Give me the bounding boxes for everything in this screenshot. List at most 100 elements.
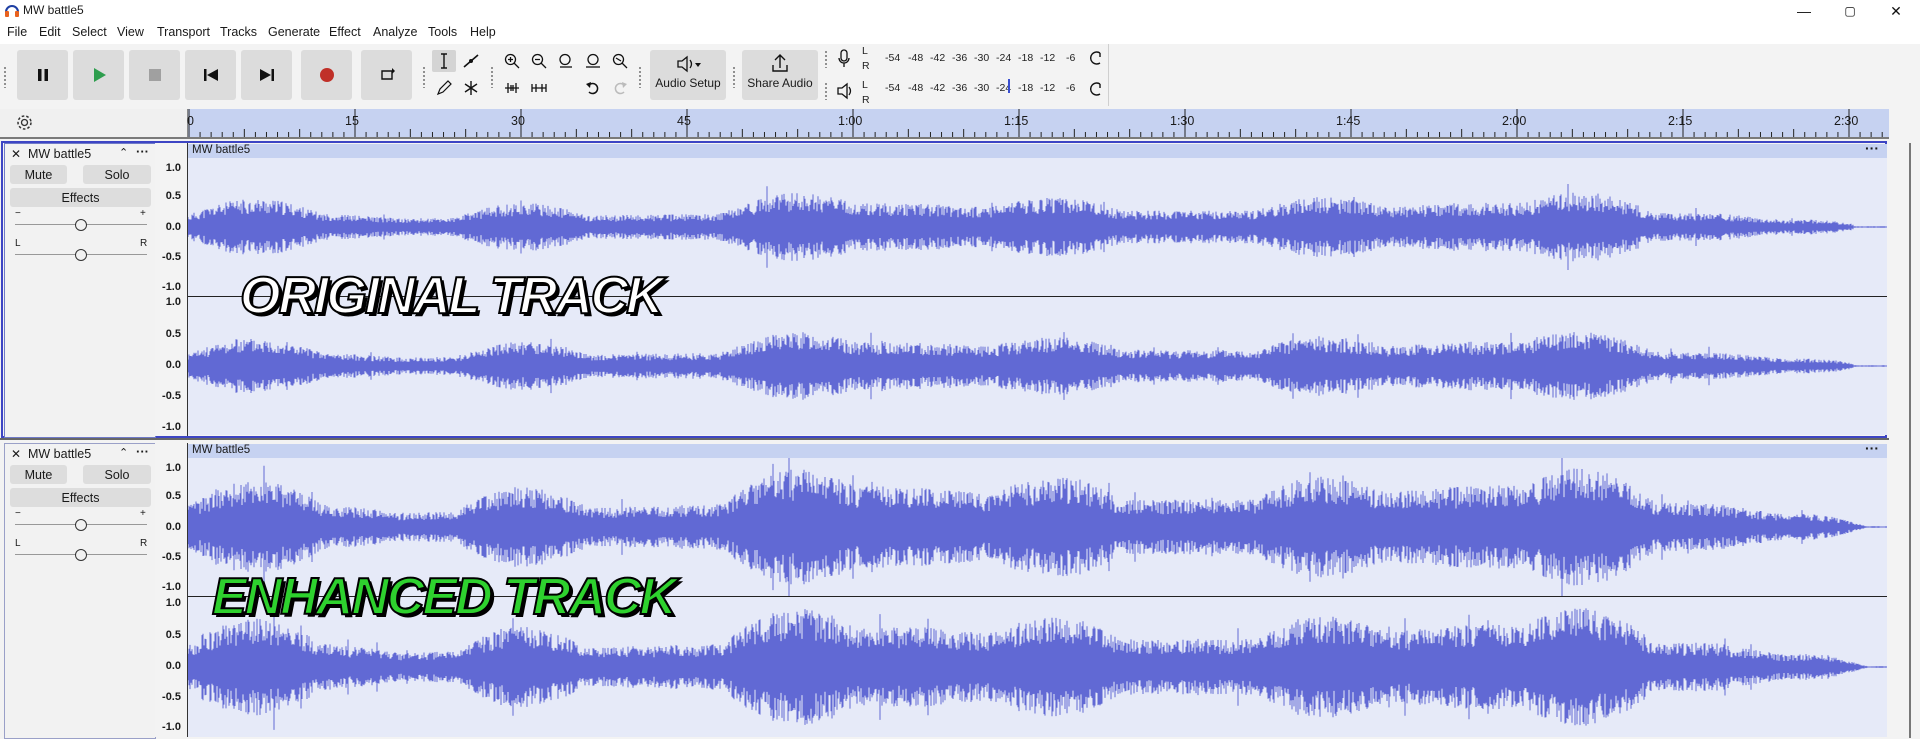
redo-icon bbox=[614, 82, 627, 95]
clip-header[interactable]: MW battle5 ··· bbox=[188, 440, 1887, 458]
draw-tool[interactable] bbox=[432, 77, 456, 99]
skip-to-start-button[interactable] bbox=[185, 50, 236, 100]
mute-button[interactable]: Mute bbox=[10, 165, 67, 184]
scale-label: -0.5 bbox=[162, 251, 181, 263]
redo-button[interactable] bbox=[608, 77, 632, 99]
clip-name: MW battle5 bbox=[192, 444, 251, 456]
amplitude-scale[interactable]: 1.0 0.5 0.0 -0.5 -1.0 1.0 0.5 0.0 -0.5 -… bbox=[155, 443, 188, 737]
pan-slider-thumb[interactable] bbox=[75, 549, 87, 561]
trim-button[interactable] bbox=[500, 77, 524, 99]
silence-button[interactable] bbox=[527, 77, 551, 99]
track-name[interactable]: MW battle5 bbox=[28, 147, 91, 161]
toolbar-grip-icon[interactable] bbox=[824, 50, 829, 68]
gain-minus-label: − bbox=[15, 208, 21, 219]
ruler-tick-label: 45 bbox=[677, 114, 691, 128]
toolbar-grip-icon[interactable] bbox=[3, 66, 8, 88]
menu-view[interactable]: View bbox=[117, 25, 144, 39]
envelope-tool[interactable] bbox=[459, 50, 483, 72]
zoom-out-button[interactable] bbox=[527, 50, 551, 72]
solo-button[interactable]: Solo bbox=[83, 165, 151, 184]
meter-reset-icon[interactable] bbox=[1090, 82, 1104, 96]
menu-analyze[interactable]: Analyze bbox=[373, 25, 417, 39]
gear-icon[interactable] bbox=[16, 114, 33, 131]
toolbar-grip-icon[interactable] bbox=[732, 66, 737, 88]
fit-project-button[interactable] bbox=[581, 50, 605, 72]
scale-label: -1.0 bbox=[162, 581, 181, 593]
collapse-chevron-icon[interactable]: ⌃ bbox=[119, 146, 128, 159]
gain-plus-label: + bbox=[140, 208, 146, 219]
solo-button[interactable]: Solo bbox=[83, 465, 151, 484]
playback-meter[interactable]: -54 -48 -42 -36 -30 -24 -18 -12 -6 bbox=[872, 79, 1106, 96]
meter-reset-icon[interactable] bbox=[1090, 51, 1104, 65]
menu-select[interactable]: Select bbox=[72, 25, 107, 39]
toolbar-grip-icon[interactable] bbox=[824, 82, 829, 100]
vertical-scrollbar-area[interactable] bbox=[1889, 109, 1920, 738]
audio-setup-button[interactable]: Audio Setup bbox=[650, 50, 726, 100]
effects-button[interactable]: Effects bbox=[10, 188, 151, 207]
minimize-button[interactable]: — bbox=[1781, 0, 1827, 22]
effects-button[interactable]: Effects bbox=[10, 488, 151, 507]
envelope-icon bbox=[463, 54, 479, 68]
undo-button[interactable] bbox=[581, 77, 605, 99]
zoom-toggle-button[interactable] bbox=[608, 50, 632, 72]
track-menu-icon[interactable]: ··· bbox=[136, 144, 149, 159]
amplitude-scale[interactable]: 1.0 0.5 0.0 -0.5 -1.0 1.0 0.5 0.0 -0.5 -… bbox=[155, 143, 188, 436]
speaker-icon[interactable] bbox=[836, 82, 854, 100]
menu-tools[interactable]: Tools bbox=[428, 25, 457, 39]
zoom-out-icon bbox=[531, 53, 547, 69]
menu-generate[interactable]: Generate bbox=[268, 25, 320, 39]
i-beam-icon bbox=[441, 53, 447, 69]
close-track-icon[interactable]: ✕ bbox=[11, 447, 21, 461]
pause-button[interactable] bbox=[17, 50, 68, 100]
scale-label: 1.0 bbox=[165, 162, 181, 174]
gain-slider-thumb[interactable] bbox=[75, 219, 87, 231]
meter-scale-label: -48 bbox=[908, 82, 924, 94]
scale-label: 1.0 bbox=[165, 462, 181, 474]
track-name[interactable]: MW battle5 bbox=[28, 447, 91, 461]
menu-help[interactable]: Help bbox=[470, 25, 496, 39]
toolbar-grip-icon[interactable] bbox=[490, 66, 495, 88]
skip-to-end-button[interactable] bbox=[241, 50, 292, 100]
maximize-button[interactable]: ▢ bbox=[1827, 0, 1873, 22]
track-control-panel[interactable]: ✕ MW battle5 ⌃ ··· Mute Solo Effects − +… bbox=[4, 143, 156, 438]
multi-tool[interactable] bbox=[459, 77, 483, 99]
original-track-label: ORIGINAL TRACK bbox=[239, 266, 665, 326]
pan-slider-thumb[interactable] bbox=[75, 249, 87, 261]
share-audio-button[interactable]: Share Audio bbox=[742, 50, 818, 100]
record-icon bbox=[319, 68, 334, 82]
meter-scale-label: -54 bbox=[885, 52, 901, 64]
toolbar-grip-icon[interactable] bbox=[422, 66, 427, 88]
close-track-icon[interactable]: ✕ bbox=[11, 147, 21, 161]
vertical-scrollbar-thumb[interactable] bbox=[1909, 143, 1911, 738]
record-button[interactable] bbox=[301, 50, 352, 100]
zoom-in-button[interactable] bbox=[500, 50, 524, 72]
clip-menu-icon[interactable]: ··· bbox=[1865, 140, 1879, 156]
record-meter[interactable]: -54 -48 -42 -36 -30 -24 -18 -12 -6 bbox=[872, 52, 1106, 66]
gain-slider-thumb[interactable] bbox=[75, 519, 87, 531]
menu-tracks[interactable]: Tracks bbox=[220, 25, 257, 39]
audacity-logo-icon bbox=[5, 5, 19, 17]
scale-label: 0.0 bbox=[165, 221, 181, 233]
loop-button[interactable] bbox=[361, 50, 412, 100]
menu-effect[interactable]: Effect bbox=[329, 25, 361, 39]
collapse-chevron-icon[interactable]: ⌃ bbox=[119, 446, 128, 459]
stop-button[interactable] bbox=[129, 50, 180, 100]
clip-header[interactable]: MW battle5 ··· bbox=[188, 140, 1887, 158]
meter-scale-label: -36 bbox=[952, 82, 968, 94]
menu-transport[interactable]: Transport bbox=[157, 25, 210, 39]
scale-label: 0.5 bbox=[165, 190, 181, 202]
trim-icon bbox=[505, 83, 519, 93]
menu-edit[interactable]: Edit bbox=[39, 25, 61, 39]
timeline-ruler[interactable]: 0 15 30 45 1:00 1:15 1:30 1:45 2:00 2:15… bbox=[187, 109, 1889, 137]
track-control-panel[interactable]: ✕ MW battle5 ⌃ ··· Mute Solo Effects − +… bbox=[4, 443, 156, 739]
play-button[interactable] bbox=[73, 50, 124, 100]
track-menu-icon[interactable]: ··· bbox=[136, 444, 149, 459]
fit-selection-button[interactable] bbox=[554, 50, 578, 72]
mute-button[interactable]: Mute bbox=[10, 465, 67, 484]
microphone-icon[interactable] bbox=[836, 49, 852, 69]
selection-tool[interactable] bbox=[432, 50, 456, 72]
menu-file[interactable]: File bbox=[7, 25, 27, 39]
clip-menu-icon[interactable]: ··· bbox=[1865, 440, 1879, 456]
toolbar-grip-icon[interactable] bbox=[638, 66, 643, 88]
close-button[interactable]: ✕ bbox=[1873, 0, 1919, 22]
